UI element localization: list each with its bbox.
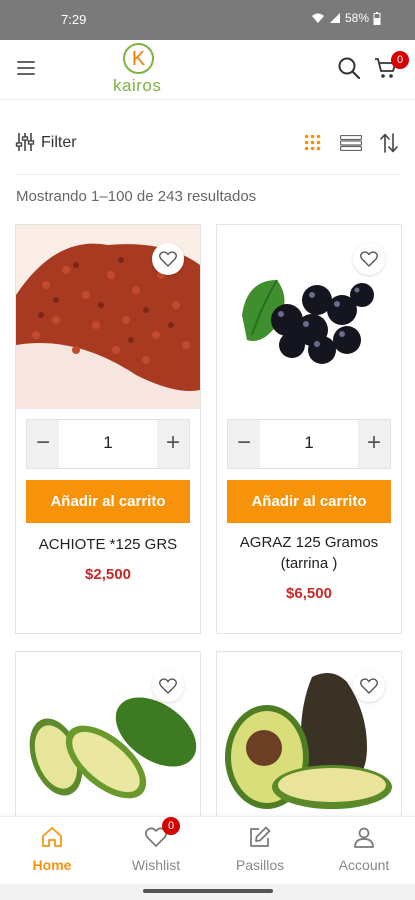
status-time: 7:29 bbox=[61, 12, 87, 27]
nav-home[interactable]: Home bbox=[2, 817, 102, 885]
logo-letter: K bbox=[131, 48, 146, 70]
divider bbox=[16, 174, 399, 175]
product-card[interactable]: − 1 + Añadir al carrito AGRAZ 125 Gramos… bbox=[216, 224, 402, 634]
quantity-input[interactable]: 1 bbox=[59, 420, 157, 468]
logo[interactable]: K kairos bbox=[110, 43, 162, 98]
add-to-wishlist-button[interactable] bbox=[152, 243, 184, 275]
add-to-cart-button[interactable]: Añadir al carrito bbox=[26, 480, 190, 523]
search-icon[interactable] bbox=[337, 56, 361, 80]
product-price: $2,500 bbox=[85, 566, 131, 583]
heart-icon bbox=[360, 251, 378, 267]
list-view-icon[interactable] bbox=[340, 135, 362, 151]
add-to-wishlist-button[interactable] bbox=[353, 243, 385, 275]
heart-icon bbox=[360, 678, 378, 694]
results-count: Mostrando 1–100 de 243 resultados bbox=[16, 188, 257, 205]
filter-sliders-icon[interactable] bbox=[15, 132, 35, 152]
nav-account[interactable]: Account bbox=[314, 817, 414, 885]
logo-circle: K bbox=[123, 43, 154, 74]
menu-icon[interactable] bbox=[17, 61, 35, 75]
gesture-bar bbox=[0, 884, 415, 900]
product-card[interactable] bbox=[15, 651, 201, 821]
grid-view-icon[interactable] bbox=[304, 134, 321, 151]
decrease-quantity-button[interactable]: − bbox=[27, 420, 59, 468]
decrease-quantity-button[interactable]: − bbox=[228, 420, 260, 468]
home-icon bbox=[42, 827, 62, 847]
add-to-cart-button[interactable]: Añadir al carrito bbox=[227, 480, 391, 523]
status-bar: 7:29 58% bbox=[0, 0, 415, 40]
quantity-stepper: − 1 + bbox=[227, 419, 391, 469]
status-indicators: 58% bbox=[311, 11, 381, 25]
user-icon bbox=[354, 827, 374, 848]
increase-quantity-button[interactable]: + bbox=[358, 420, 390, 468]
nav-account-label: Account bbox=[338, 857, 390, 873]
filter-bar: Filter bbox=[0, 116, 415, 170]
heart-icon bbox=[159, 251, 177, 267]
product-price: $6,500 bbox=[286, 585, 332, 602]
quantity-input[interactable]: 1 bbox=[260, 420, 358, 468]
product-card[interactable] bbox=[216, 651, 402, 821]
cart-count-badge: 0 bbox=[391, 51, 409, 69]
nav-home-label: Home bbox=[32, 857, 72, 873]
product-card[interactable]: − 1 + Añadir al carrito ACHIOTE *125 GRS… bbox=[15, 224, 201, 634]
home-gesture-handle[interactable] bbox=[143, 889, 273, 893]
signal-icon bbox=[329, 13, 340, 23]
quantity-stepper: − 1 + bbox=[26, 419, 190, 469]
nav-wishlist[interactable]: 0 Wishlist bbox=[106, 817, 206, 885]
battery-icon bbox=[373, 11, 381, 25]
add-to-wishlist-button[interactable] bbox=[152, 670, 184, 702]
logo-text: kairos bbox=[113, 76, 162, 95]
product-name[interactable]: AGRAZ 125 Gramos (tarrina ) bbox=[223, 532, 395, 574]
nav-pasillos[interactable]: Pasillos bbox=[210, 817, 310, 885]
nav-wishlist-label: Wishlist bbox=[131, 857, 181, 873]
product-name[interactable]: ACHIOTE *125 GRS bbox=[22, 534, 194, 555]
add-to-wishlist-button[interactable] bbox=[353, 670, 385, 702]
heart-icon bbox=[159, 678, 177, 694]
battery-percent: 58% bbox=[344, 11, 369, 25]
filter-button[interactable]: Filter bbox=[41, 134, 77, 152]
wishlist-count-badge: 0 bbox=[162, 817, 180, 835]
edit-icon bbox=[250, 826, 271, 847]
app-header: K kairos 0 bbox=[0, 40, 415, 100]
bottom-navigation: Home 0 Wishlist Pasillos Account bbox=[0, 816, 415, 884]
nav-pasillos-label: Pasillos bbox=[235, 857, 285, 873]
increase-quantity-button[interactable]: + bbox=[157, 420, 189, 468]
wifi-icon bbox=[311, 13, 324, 23]
sort-icon[interactable] bbox=[380, 133, 398, 153]
